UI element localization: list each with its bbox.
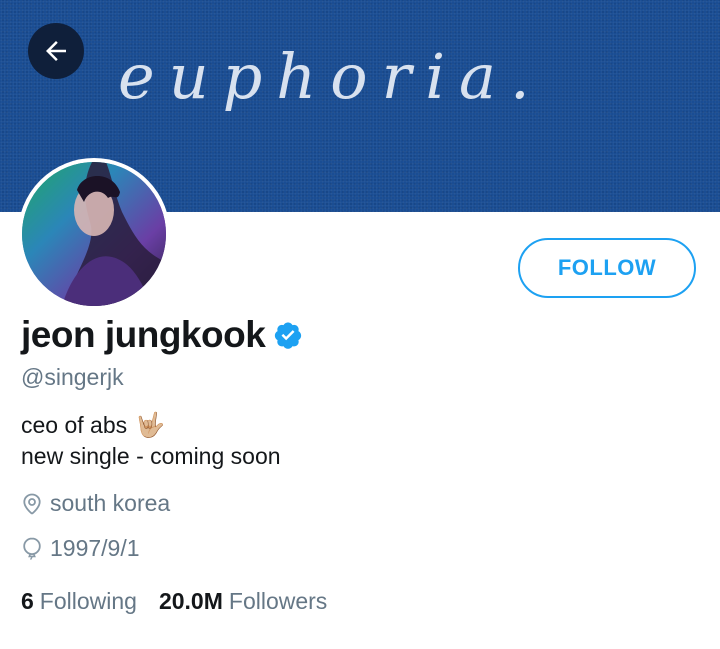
verified-badge-icon [275, 322, 302, 349]
location-text: south korea [50, 490, 171, 516]
following-stat[interactable]: 6 Following [21, 588, 137, 615]
arrow-left-icon [46, 41, 66, 61]
follow-stats: 6 Following 20.0M Followers [21, 588, 349, 615]
balloon-icon [23, 537, 41, 560]
avatar[interactable] [18, 158, 170, 310]
rock-on-hand-icon: 🤟🏼 [135, 412, 166, 439]
name-row: jeon jungkook [21, 314, 303, 356]
birthday-row: 1997/9/1 [22, 535, 140, 562]
following-count: 6 [21, 588, 34, 614]
following-label: Following [39, 588, 137, 614]
avatar-image [22, 162, 166, 306]
location-row: south korea [22, 490, 170, 517]
bio: ceo of abs 🤟🏼 new single - coming soon [21, 410, 281, 472]
birthday-text: 1997/9/1 [50, 535, 140, 561]
followers-count: 20.0M [158, 588, 223, 614]
back-button[interactable] [28, 23, 84, 79]
bio-line-2: new single - coming soon [21, 443, 281, 469]
followers-stat[interactable]: 20.0M Followers [159, 588, 327, 615]
profile-page: euphoria. FOLLOW jeon jungkook @singerjk… [0, 0, 720, 649]
location-pin-icon [23, 493, 41, 514]
followers-label: Followers [228, 588, 328, 614]
display-name: jeon jungkook [21, 314, 266, 355]
handle: @singerjk [21, 364, 124, 390]
follow-button[interactable]: FOLLOW [518, 238, 696, 298]
banner-text: euphoria. [118, 40, 544, 113]
bio-line-1: ceo of abs [21, 412, 128, 438]
